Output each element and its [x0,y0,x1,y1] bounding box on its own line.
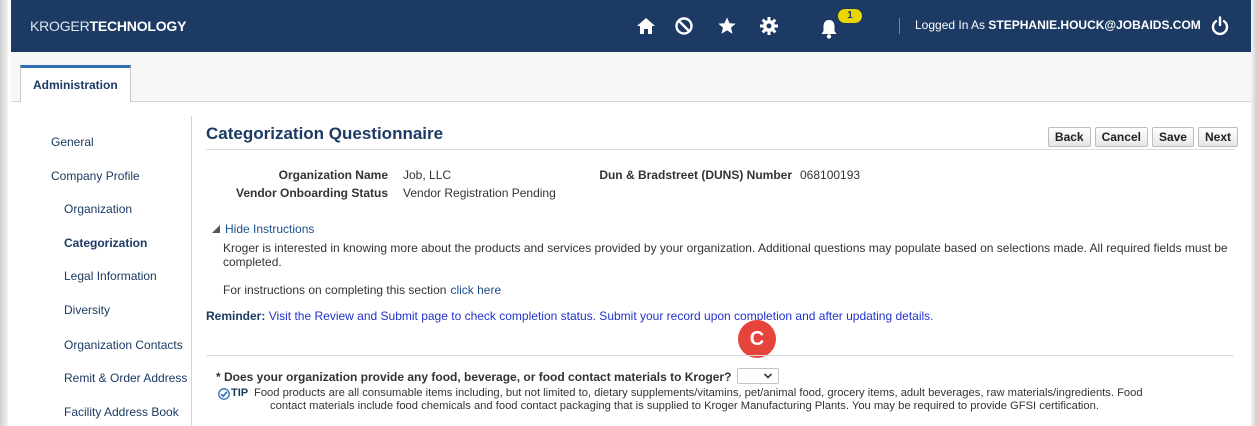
cancel-button[interactable]: Cancel [1094,127,1148,147]
food-question-label: * Does your organization provide any foo… [216,370,732,384]
sidebar-divider [191,116,192,426]
power-icon[interactable] [1207,13,1233,39]
tip-text-line-1: Food products are all consumable items i… [254,387,1143,399]
step-marker-c: C [738,320,776,358]
logged-in-prefix: Logged In As [915,18,986,32]
sidebar-item-remit-order-address[interactable]: Remit & Order Address [64,371,187,385]
sidebar-item-general[interactable]: General [51,135,94,149]
save-button[interactable]: Save [1151,127,1194,147]
page-title: Categorization Questionnaire [206,124,444,143]
tip-label: TIP [231,387,249,399]
chevron-down-icon [763,373,773,379]
notification-badge: 1 [838,9,862,23]
reminder-text: Reminder: Visit the Review and Submit pa… [206,309,934,323]
window-edge-right [1251,0,1257,426]
reminder-message[interactable]: Visit the Review and Submit page to chec… [269,309,934,323]
vendor-onboarding-status-label: Vendor Onboarding Status [235,186,388,200]
tip-text: Food products are all consumable items i… [254,387,1244,413]
brand-logo-bold: TECHNOLOGY [89,18,187,34]
brand-logo-thin: KROGER [30,18,90,34]
app-window: KROGERTECHNOLOGY 1 Logged In As STEPHANI… [0,0,1257,426]
organization-name-value: Job, LLC [403,168,452,182]
instructions-help-text: For instructions on completing this sect… [223,283,447,297]
reminder-label: Reminder: [206,309,266,323]
vendor-onboarding-status-value: Vendor Registration Pending [403,186,556,200]
hide-instructions-label: Hide Instructions [225,222,315,236]
no-entry-icon[interactable] [671,13,697,39]
back-button[interactable]: Back [1047,127,1091,147]
header-divider [899,18,900,34]
bell-icon[interactable] [816,16,842,42]
click-here-link[interactable]: click here [450,283,501,297]
tab-strip: Administration [11,52,1251,102]
collapse-triangle-icon [212,225,220,233]
star-icon[interactable] [714,13,740,39]
sidebar-item-facility-address-book[interactable]: Facility Address Book [64,405,179,419]
action-buttons: Back Cancel Save Next [1047,127,1238,147]
brand-logo[interactable]: KROGERTECHNOLOGY [30,18,186,34]
sidebar: General Company Profile Organization Cat… [11,102,192,426]
home-icon[interactable] [633,13,659,39]
instructions-text: Kroger is interested in knowing more abo… [223,241,1228,269]
organization-name-label: Organization Name [278,168,388,182]
logged-in-user: STEPHANIE.HOUCK@JOBAIDS.COM [988,18,1201,32]
sidebar-item-diversity[interactable]: Diversity [64,303,110,317]
hide-instructions-link[interactable]: Hide Instructions [212,222,314,236]
sidebar-item-organization-contacts[interactable]: Organization Contacts [64,338,183,352]
instructions-help-line: For instructions on completing this sect… [223,283,501,297]
top-navigation-bar: KROGERTECHNOLOGY 1 Logged In As STEPHANI… [11,0,1251,52]
duns-number-label: Dun & Bradstreet (DUNS) Number [599,168,792,182]
main-content: Categorization Questionnaire Back Cancel… [206,102,1240,426]
tip-text-line-2: contact materials include food chemicals… [270,400,1099,412]
checkmark-circle-icon [218,388,230,400]
gear-icon[interactable] [756,13,782,39]
sidebar-item-categorization[interactable]: Categorization [64,236,147,250]
next-button[interactable]: Next [1197,127,1238,147]
section-divider [206,355,1234,356]
sidebar-item-organization[interactable]: Organization [64,202,132,216]
duns-number-value: 068100193 [800,168,861,182]
tab-administration[interactable]: Administration [20,65,131,102]
food-question-select[interactable] [737,368,779,384]
sidebar-item-legal-information[interactable]: Legal Information [64,269,157,283]
title-divider [206,149,1234,150]
sidebar-item-company-profile[interactable]: Company Profile [51,169,140,183]
window-edge-left [0,0,8,426]
logged-in-info: Logged In As STEPHANIE.HOUCK@JOBAIDS.COM [915,18,1201,32]
